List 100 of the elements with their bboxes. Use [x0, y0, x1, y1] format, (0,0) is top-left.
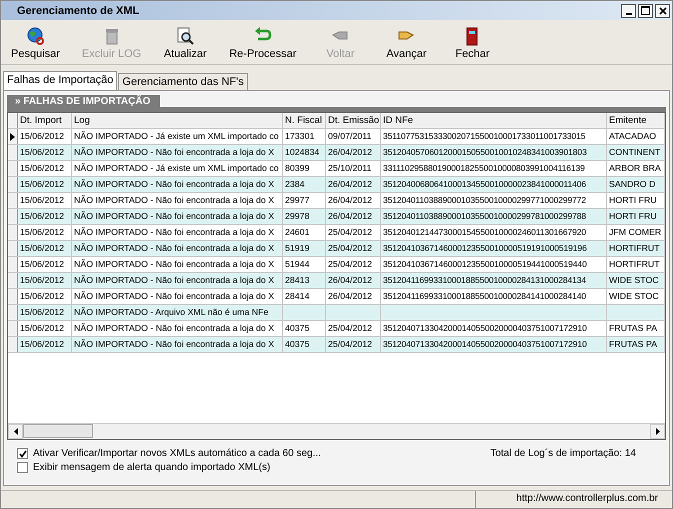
table-cell: NÃO IMPORTADO - Não foi encontrada a loja do X — [72, 145, 283, 160]
table-cell: 173301 — [283, 129, 326, 144]
table-cell: 35120410367146000123550010000519191000519196 — [381, 241, 607, 256]
column-header[interactable]: Emitente — [607, 113, 665, 128]
right-arrow-icon — [656, 428, 660, 435]
checkbox-label: Exibir mensagem de alerta quando importado XML(s) — [33, 462, 270, 473]
table-cell: 15/06/2012 — [18, 305, 72, 320]
globe-icon — [25, 26, 46, 46]
column-header[interactable]: Dt. Emissão — [326, 113, 381, 128]
scrollbar-thumb[interactable] — [23, 424, 93, 438]
checkbox-label: Ativar Verificar/Importar novos XMLs automático a cada 60 seg... — [33, 448, 321, 459]
table-cell: NÃO IMPORTADO - Não foi encontrada a loja do X — [72, 321, 283, 336]
table-cell: 15/06/2012 — [18, 161, 72, 176]
toolbar-button[interactable]: Atualizar — [159, 24, 212, 62]
table-cell: 15/06/2012 — [18, 241, 72, 256]
table-cell: 25/10/2011 — [326, 161, 381, 176]
table-cell: 35110775315333002071550010001733011001733015 — [381, 129, 607, 144]
table-cell: 26/04/2012 — [326, 177, 381, 192]
table-cell: 15/06/2012 — [18, 209, 72, 224]
table-cell: 28413 — [283, 273, 326, 288]
table-cell: NÃO IMPORTADO - Não foi encontrada a loja do X — [72, 225, 283, 240]
table-cell: WIDE STOC — [607, 273, 665, 288]
table-cell: 29978 — [283, 209, 326, 224]
table-cell: 24601 — [283, 225, 326, 240]
checkbox[interactable] — [17, 462, 28, 473]
table-cell: NÃO IMPORTADO - Arquivo XML não é uma NFe — [72, 305, 283, 320]
table-cell: 26/04/2012 — [326, 145, 381, 160]
table-cell: 15/06/2012 — [18, 177, 72, 192]
table-cell: SANDRO D — [607, 177, 665, 192]
table-cell: 35120401103889000103550010000299771000299772 — [381, 193, 607, 208]
checkbox[interactable] — [17, 448, 28, 459]
tab[interactable]: Gerenciamento das NF's — [118, 73, 248, 90]
check-icon — [18, 450, 26, 458]
table-cell: 1024834 — [283, 145, 326, 160]
table-cell: 35120407133042000140550020000403751007172910 — [381, 337, 607, 352]
table-cell: 25/04/2012 — [326, 257, 381, 272]
row-indicator[interactable] — [8, 129, 18, 144]
table-cell: HORTI FRU — [607, 209, 665, 224]
column-header[interactable]: ID NFe — [381, 113, 607, 128]
toolbar-button[interactable]: Pesquisar — [7, 24, 64, 62]
table-cell: HORTIFRUT — [607, 241, 665, 256]
table-cell: NÃO IMPORTADO - Não foi encontrada a loja do X — [72, 177, 283, 192]
table-cell: 26/04/2012 — [326, 209, 381, 224]
table-cell: 51944 — [283, 257, 326, 272]
table-cell: 15/06/2012 — [18, 273, 72, 288]
table-cell: JFM COMER — [607, 225, 665, 240]
table-cell: 35120400680641000134550010000023841000011406 — [381, 177, 607, 192]
toolbar-button[interactable]: Fechar — [446, 24, 498, 62]
table-cell: 25/04/2012 — [326, 225, 381, 240]
table-cell: NÃO IMPORTADO - Não foi encontrada a loja do X — [72, 273, 283, 288]
column-header[interactable]: Log — [72, 113, 283, 128]
table-cell: 35120401103889000103550010000299781000299788 — [381, 209, 607, 224]
maximize-button[interactable] — [638, 4, 653, 18]
table-cell: HORTI FRU — [607, 193, 665, 208]
table-cell: ATACADAO — [607, 129, 665, 144]
table-cell: NÃO IMPORTADO - Já existe um XML importado co — [72, 129, 283, 144]
table-cell: NÃO IMPORTADO - Não foi encontrada a loja do X — [72, 193, 283, 208]
scroll-right-button[interactable] — [650, 424, 665, 439]
table-cell: NÃO IMPORTADO - Não foi encontrada a loja do X — [72, 289, 283, 304]
minimize-icon — [626, 12, 632, 14]
table-cell: NÃO IMPORTADO - Não foi encontrada a loja do X — [72, 209, 283, 224]
total-label: Total de Log´s de importação: 14 — [490, 448, 636, 461]
table-cell: 40375 — [283, 321, 326, 336]
minimize-button[interactable] — [621, 4, 636, 18]
table-cell: ARBOR BRA — [607, 161, 665, 176]
table-cell: HORTIFRUT — [607, 257, 665, 272]
table-cell: 35120411699331000188550010000284131000284134 — [381, 273, 607, 288]
table-cell: 15/06/2012 — [18, 337, 72, 352]
tab[interactable]: Falhas de Importação — [3, 71, 118, 90]
table-cell: 35120407133042000140550020000403751007172910 — [381, 321, 607, 336]
table-cell: 33111029588019000182550010000803991004116139 — [381, 161, 607, 176]
header-corner — [8, 113, 18, 128]
table-cell: WIDE STOC — [607, 289, 665, 304]
table-cell: NÃO IMPORTADO - Não foi encontrada a loja do X — [72, 337, 283, 352]
toolbar-button[interactable]: Avançar — [380, 24, 432, 62]
column-header[interactable]: N. Fiscal — [283, 113, 326, 128]
table-cell: 35120410367146000123550010000519441000519440 — [381, 257, 607, 272]
column-header[interactable]: Dt. Import — [18, 113, 72, 128]
table-cell: 26/04/2012 — [326, 289, 381, 304]
left-arrow-icon — [14, 428, 18, 435]
table-cell: NÃO IMPORTADO - Não foi encontrada a loja do X — [72, 241, 283, 256]
row-pointer-icon — [10, 132, 15, 140]
maximize-icon — [641, 6, 650, 15]
table-cell: 40375 — [283, 337, 326, 352]
table-cell: 26/04/2012 — [326, 193, 381, 208]
table-cell: 29977 — [283, 193, 326, 208]
table-cell: NÃO IMPORTADO - Já existe um XML importado co — [72, 161, 283, 176]
status-url: http://www.controllerplus.com.br — [515, 492, 659, 506]
table-cell: 28414 — [283, 289, 326, 304]
table-cell: 15/06/2012 — [18, 193, 72, 208]
table-cell: 35120401214473000154550010000246011301667920 — [381, 225, 607, 240]
table-cell: CONTINENT — [607, 145, 665, 160]
scroll-left-button[interactable] — [8, 424, 23, 439]
table-cell: 15/06/2012 — [18, 289, 72, 304]
table-cell: 25/04/2012 — [326, 321, 381, 336]
window-title: Gerenciamento de XML — [17, 4, 140, 16]
toolbar-button[interactable]: Re-Processar — [225, 24, 300, 62]
close-button[interactable] — [655, 4, 670, 18]
table-cell: 2384 — [283, 177, 326, 192]
table-cell: 35120405706012000150550010010248341003901803 — [381, 145, 607, 160]
